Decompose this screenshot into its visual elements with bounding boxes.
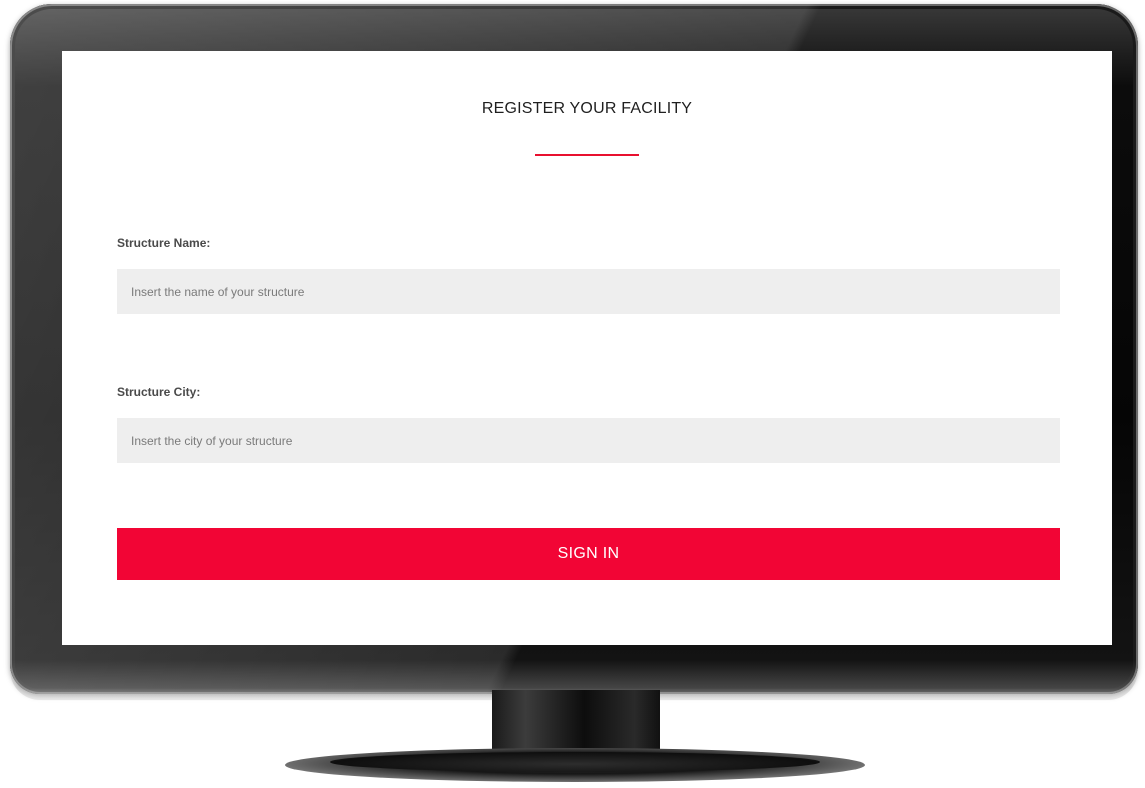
monitor-bezel: REGISTER YOUR FACILITY Structure Name: S… [10,4,1138,694]
sign-in-button[interactable]: SIGN IN [117,528,1060,580]
structure-city-input[interactable] [117,418,1060,463]
structure-city-label: Structure City: [117,385,201,399]
structure-name-input[interactable] [117,269,1060,314]
page-title: REGISTER YOUR FACILITY [481,100,693,117]
structure-name-label: Structure Name: [117,236,211,250]
title-divider [535,154,639,156]
monitor-base-top [330,752,820,772]
monitor-screen: REGISTER YOUR FACILITY Structure Name: S… [62,51,1112,645]
